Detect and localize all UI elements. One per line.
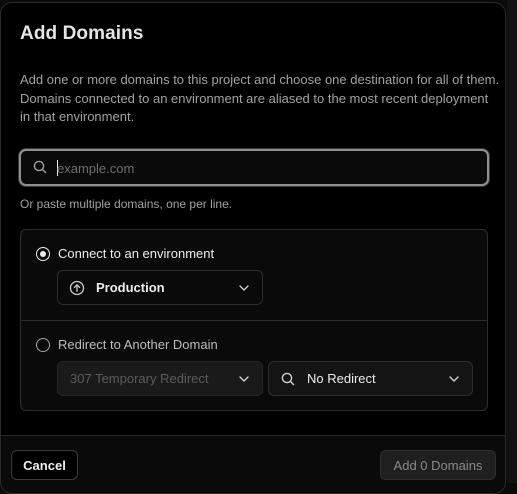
redirect-target-value: No Redirect bbox=[307, 371, 376, 386]
connect-environment-label[interactable]: Connect to an environment bbox=[58, 246, 214, 261]
dialog-footer: Cancel Add 0 Domains bbox=[1, 435, 505, 493]
environment-select[interactable]: Production bbox=[57, 270, 263, 305]
arrow-up-circle-icon bbox=[69, 280, 85, 296]
destination-options: Connect to an environment Production Red… bbox=[20, 229, 488, 411]
domain-input[interactable] bbox=[57, 157, 477, 179]
redirect-domain-radio[interactable] bbox=[36, 338, 50, 352]
add-domains-dialog: Add Domains Add one or more domains to t… bbox=[0, 2, 506, 494]
connect-environment-radio[interactable] bbox=[36, 247, 50, 261]
chevron-down-icon bbox=[239, 376, 249, 382]
dialog-title: Add Domains bbox=[20, 23, 144, 44]
dialog-description: Add one or more domains to this project … bbox=[20, 72, 500, 124]
chevron-down-icon bbox=[239, 285, 249, 291]
cancel-button[interactable]: Cancel bbox=[11, 450, 78, 480]
environment-select-value: Production bbox=[96, 280, 165, 295]
redirect-status-select[interactable]: 307 Temporary Redirect bbox=[57, 361, 263, 396]
redirect-status-value: 307 Temporary Redirect bbox=[70, 371, 209, 386]
domain-search-field[interactable] bbox=[19, 149, 489, 186]
chevron-down-icon bbox=[449, 376, 459, 382]
paste-hint: Or paste multiple domains, one per line. bbox=[20, 197, 233, 211]
search-icon bbox=[33, 160, 47, 174]
options-divider bbox=[21, 320, 487, 321]
search-icon bbox=[281, 372, 295, 386]
redirect-target-select[interactable]: No Redirect bbox=[268, 361, 473, 396]
redirect-domain-label[interactable]: Redirect to Another Domain bbox=[58, 337, 218, 352]
add-domains-button[interactable]: Add 0 Domains bbox=[380, 450, 496, 480]
background-strip bbox=[507, 0, 517, 483]
